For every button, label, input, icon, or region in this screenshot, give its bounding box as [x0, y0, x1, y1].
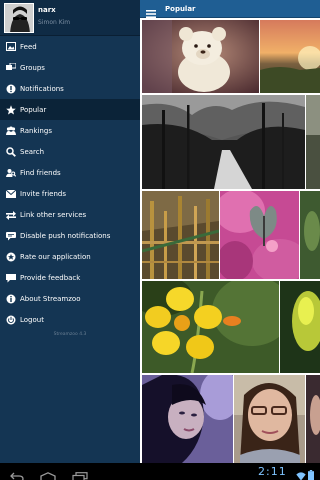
feedback-icon	[6, 273, 16, 283]
photo-green-edge[interactable]	[300, 191, 320, 279]
search-icon	[6, 146, 16, 157]
menu-item-disable-push[interactable]: Disable push notifications	[0, 225, 140, 246]
menu-item-find-friends[interactable]: Find friends	[0, 162, 140, 183]
profile-name: narx	[38, 6, 56, 14]
menu-item-groups[interactable]: Groups	[0, 57, 140, 78]
avatar	[4, 3, 34, 33]
menu-item-notifications[interactable]: Notifications	[0, 78, 140, 99]
photo-yellow-flower[interactable]	[142, 281, 279, 373]
menu-item-feed[interactable]: Feed	[0, 36, 140, 57]
menu-icon[interactable]	[146, 4, 156, 18]
photo-edge[interactable]	[306, 95, 320, 189]
rate-icon	[6, 252, 16, 262]
find-friends-icon	[6, 168, 16, 178]
menu-item-search[interactable]: Search	[0, 141, 140, 162]
menu-item-feedback[interactable]: Provide feedback	[0, 267, 140, 288]
image-icon	[6, 42, 16, 52]
profile-header[interactable]: narx Simon Kim	[0, 0, 140, 36]
navigation-drawer: narx Simon Kim Feed Groups Notifications…	[0, 0, 140, 463]
menu-label: Link other services	[20, 210, 87, 219]
link-icon	[6, 210, 16, 220]
menu-label: Find friends	[20, 168, 61, 177]
photo-portrait-edge[interactable]	[306, 375, 320, 463]
menu-label: Feed	[20, 42, 37, 51]
menu-label: Logout	[20, 315, 44, 324]
photo-forest-path[interactable]	[142, 95, 305, 189]
menu-item-invite-friends[interactable]: Invite friends	[0, 183, 140, 204]
menu-label: Disable push notifications	[20, 231, 111, 240]
menu-label: Notifications	[20, 84, 64, 93]
battery-icon	[308, 466, 314, 480]
mail-icon	[6, 189, 16, 199]
photo-lily-bud[interactable]	[280, 281, 320, 373]
home-icon[interactable]	[40, 467, 56, 480]
main-content: Popular	[140, 0, 320, 463]
menu-item-link-services[interactable]: Link other services	[0, 204, 140, 225]
menu-label: Rankings	[20, 126, 52, 135]
clock: 2:11	[258, 465, 287, 478]
groups-icon	[6, 63, 16, 73]
menu-label: Search	[20, 147, 45, 156]
photo-bamboo-structure[interactable]	[142, 191, 219, 279]
notification-icon	[6, 84, 16, 94]
version-label: Streamzoo 4.3	[53, 332, 87, 337]
page-title: Popular	[165, 5, 196, 13]
menu-item-about[interactable]: About Streamzoo	[0, 288, 140, 309]
menu-label: Invite friends	[20, 189, 66, 198]
menu-item-logout[interactable]: Logout	[0, 309, 140, 330]
menu-item-rankings[interactable]: Rankings	[0, 120, 140, 141]
push-icon	[6, 231, 16, 241]
menu-label: Groups	[20, 63, 45, 72]
photo-sunset[interactable]	[260, 20, 320, 93]
back-icon[interactable]	[10, 467, 24, 480]
star-icon	[6, 104, 16, 115]
menu-label: Popular	[20, 105, 47, 114]
power-icon	[6, 315, 16, 325]
menu-label: About Streamzoo	[20, 294, 81, 303]
info-icon	[6, 294, 16, 304]
photo-portrait-glasses[interactable]	[234, 375, 305, 463]
app-bar: Popular	[140, 0, 320, 18]
menu-item-rate-app[interactable]: Rate our application	[0, 246, 140, 267]
menu-item-popular[interactable]: Popular	[0, 99, 140, 120]
photo-teddy-bear[interactable]	[142, 20, 259, 93]
system-bar: 2:11	[0, 463, 320, 480]
menu-label: Rate our application	[20, 252, 91, 261]
photo-butterfly-flower[interactable]	[220, 191, 299, 279]
profile-subtitle: Simon Kim	[38, 19, 71, 26]
wifi-icon	[296, 466, 306, 480]
recent-apps-icon[interactable]	[72, 467, 88, 480]
rankings-icon	[6, 126, 16, 136]
menu-label: Provide feedback	[20, 273, 81, 282]
photo-portrait-blue[interactable]	[142, 375, 233, 463]
